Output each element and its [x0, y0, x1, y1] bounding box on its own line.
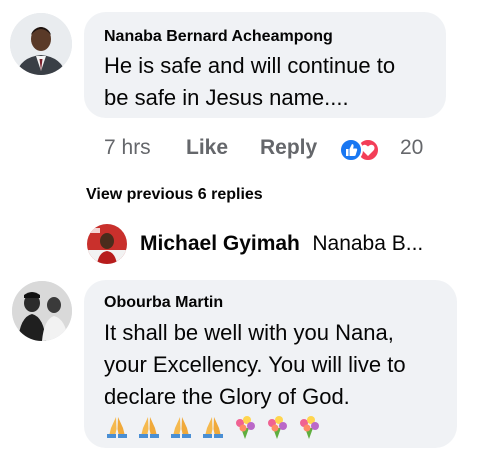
comment-text-line: be safe in Jesus name.... — [104, 85, 349, 110]
folded-hands-icon — [139, 417, 159, 438]
comment-text-line: He is safe and will continue to — [104, 53, 396, 78]
person-photo-icon — [12, 281, 72, 341]
like-button[interactable]: Like — [186, 136, 228, 160]
reply-snippet: Nanaba B... — [312, 232, 424, 255]
comment-author[interactable]: Obourba Martin — [104, 294, 223, 312]
bouquet-icon — [236, 416, 255, 439]
avatar-obourba-martin[interactable] — [12, 281, 72, 341]
comment-author[interactable]: Nanaba Bernard Acheampong — [104, 28, 333, 46]
comment-text-line: declare the Glory of God. — [104, 384, 350, 409]
person-photo-icon — [87, 224, 127, 264]
reaction-count: 20 — [400, 136, 424, 159]
avatar-michael-gyimah[interactable] — [87, 224, 127, 264]
folded-hands-icon — [171, 417, 191, 438]
like-love-reaction-icon — [339, 138, 380, 162]
emoji-row — [104, 414, 322, 440]
folded-hands-icon — [107, 417, 127, 438]
view-previous-replies-link[interactable]: View previous 6 replies — [86, 186, 263, 204]
bouquet-icon — [300, 416, 319, 439]
person-photo-icon — [10, 13, 72, 75]
comment-text-line: It shall be well with you Nana, — [104, 320, 394, 345]
reply-author: Michael Gyimah — [140, 232, 300, 255]
avatar-nanaba[interactable] — [10, 13, 72, 75]
reply-button[interactable]: Reply — [260, 136, 317, 160]
comment-bubble-1: Nanaba Bernard Acheampong He is safe and… — [84, 12, 446, 118]
timestamp[interactable]: 7 hrs — [104, 136, 151, 160]
folded-hands-icon — [203, 417, 223, 438]
bouquet-icon — [268, 416, 287, 439]
comment-bubble-2: Obourba Martin It shall be well with you… — [84, 280, 457, 448]
comment-text-line: your Excellency. You will live to — [104, 352, 406, 377]
reactions-summary[interactable]: 20 — [338, 136, 438, 164]
reply-preview[interactable]: Michael Gyimah Nanaba B... — [140, 232, 460, 260]
